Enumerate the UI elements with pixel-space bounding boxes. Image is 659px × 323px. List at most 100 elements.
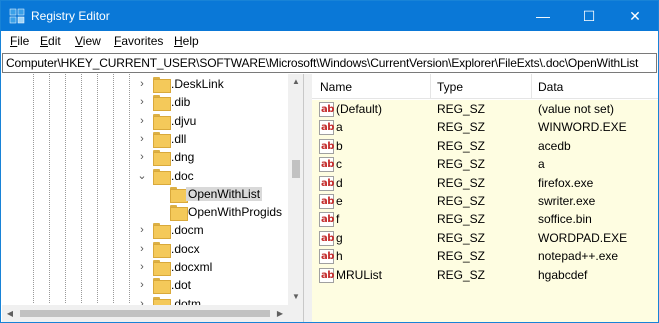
menu-edit[interactable]: Edit [40, 34, 61, 48]
folder-icon [153, 260, 171, 276]
close-button[interactable]: ✕ [612, 1, 658, 31]
table-row[interactable]: ab MRUList REG_SZ hgabcdef [312, 265, 658, 285]
address-bar[interactable]: Computer\HKEY_CURRENT_USER\SOFTWARE\Micr… [2, 53, 657, 73]
menu-help[interactable]: Help [174, 34, 199, 48]
tree-item-label: .dng [171, 150, 195, 165]
table-row[interactable]: ab e REG_SZ swriter.exe [312, 192, 658, 211]
tree-item[interactable]: › .docxml [2, 259, 287, 277]
value-data: acedb [538, 138, 571, 153]
string-value-icon: ab [319, 249, 334, 265]
tree-item-label: .djvu [171, 113, 197, 128]
table-row[interactable]: ab g REG_SZ WORDPAD.EXE [312, 228, 658, 248]
tree-item[interactable]: › .DeskLink [2, 76, 287, 94]
string-value-icon-text: ab [321, 214, 334, 226]
string-value-icon: ab [319, 138, 334, 154]
tree-horizontal-scrollbar[interactable]: ◀ ▶ [2, 305, 303, 322]
value-data: (value not set) [538, 102, 615, 116]
string-value-icon-text: ab [321, 104, 334, 115]
tree-item[interactable]: › .dot [2, 277, 287, 295]
window-title: Registry Editor [31, 9, 110, 23]
column-header-name[interactable]: Name [320, 80, 352, 94]
value-data: hgabcdef [538, 267, 588, 282]
tree-item[interactable]: › .dll [2, 131, 287, 149]
folder-icon [153, 278, 171, 295]
column-header-type[interactable]: Type [437, 80, 463, 94]
tree-item-label: .DeskLink [171, 77, 224, 91]
menu-view[interactable]: View [75, 34, 101, 48]
scroll-thumb[interactable] [20, 310, 270, 317]
value-type: REG_SZ [437, 120, 486, 135]
folder-icon [153, 223, 171, 240]
values-list-pane[interactable]: Name Type Data ab (Default) REG_SZ (value n… [312, 74, 658, 322]
maximize-button[interactable]: ☐ [566, 1, 612, 31]
list-empty-area [312, 284, 658, 322]
chevron-right-icon[interactable]: › [137, 243, 147, 255]
chevron-right-icon[interactable]: › [137, 133, 147, 145]
string-value-icon-text: ab [321, 269, 334, 281]
table-row[interactable]: ab h REG_SZ notepad++.exe [312, 247, 658, 267]
scroll-right-arrow-icon[interactable]: ▶ [272, 305, 288, 322]
minimize-button[interactable]: — [520, 1, 566, 31]
scroll-down-arrow-icon[interactable]: ▼ [288, 289, 303, 305]
tree-vertical-scrollbar[interactable]: ▲ ▼ [288, 74, 303, 305]
value-name: d [336, 175, 343, 190]
menu-file[interactable]: File [10, 34, 29, 48]
column-header-data[interactable]: Data [538, 80, 563, 94]
value-name: b [336, 138, 343, 153]
value-type: REG_SZ [437, 267, 486, 282]
tree-item[interactable]: › .docx [2, 241, 287, 259]
tree-item[interactable]: OpenWithList [2, 186, 287, 204]
title-bar[interactable]: Registry Editor — ☐ ✕ [1, 1, 658, 31]
table-row[interactable]: ab d REG_SZ firefox.exe [312, 173, 658, 193]
column-divider[interactable] [531, 74, 532, 99]
folder-icon [153, 168, 171, 185]
chevron-right-icon[interactable]: › [137, 224, 147, 236]
list-header: Name Type Data [312, 74, 658, 99]
tree-item[interactable]: › .dng [2, 149, 287, 167]
value-name: c [336, 157, 342, 172]
tree-item-label: OpenWithProgids [188, 205, 283, 220]
value-data: WORDPAD.EXE [538, 230, 628, 245]
menu-favorites[interactable]: Favorites [114, 34, 163, 48]
table-row[interactable]: ab f REG_SZ soffice.bin [312, 210, 658, 230]
chevron-down-icon[interactable]: ⌄ [137, 170, 147, 182]
tree-item-label: .docxml [171, 260, 213, 274]
table-row[interactable]: ab a REG_SZ WINWORD.EXE [312, 118, 658, 138]
chevron-right-icon[interactable]: › [137, 151, 147, 163]
string-value-icon: ab [319, 230, 334, 246]
value-name: e [336, 194, 343, 208]
value-type: REG_SZ [437, 175, 486, 190]
table-row[interactable]: ab b REG_SZ acedb [312, 136, 658, 156]
value-data: a [538, 157, 545, 172]
tree-item[interactable]: › .dib [2, 94, 287, 112]
chevron-right-icon[interactable]: › [137, 78, 147, 90]
chevron-right-icon[interactable]: › [137, 279, 147, 291]
scroll-up-arrow-icon[interactable]: ▲ [288, 74, 303, 90]
chevron-right-icon[interactable]: › [137, 261, 147, 273]
chevron-right-icon[interactable]: › [137, 115, 147, 127]
pane-splitter[interactable] [304, 74, 312, 322]
value-type: REG_SZ [437, 230, 486, 245]
tree-item[interactable]: › .djvu [2, 113, 287, 131]
tree-item[interactable]: › .docm [2, 222, 287, 240]
tree-item-label: .dot [171, 278, 192, 293]
scroll-left-arrow-icon[interactable]: ◀ [2, 305, 18, 322]
chevron-right-icon[interactable]: › [137, 96, 147, 108]
registry-editor-window: Registry Editor — ☐ ✕ File Edit View Fav… [0, 0, 659, 323]
string-value-icon: ab [319, 157, 334, 173]
value-name: (Default) [336, 102, 383, 116]
tree-item-label: .doc [171, 168, 194, 183]
value-data: WINWORD.EXE [538, 120, 627, 135]
column-divider[interactable] [430, 74, 431, 99]
tree-item[interactable]: OpenWithProgids [2, 204, 287, 222]
table-row[interactable]: ab c REG_SZ a [312, 155, 658, 175]
value-name: g [336, 230, 343, 245]
tree-item-label: .docx [171, 241, 200, 256]
string-value-icon-text: ab [321, 122, 334, 134]
key-tree-pane[interactable]: › .DeskLink › .dib › .djvu › .dll › .dng ⌄ .doc Open… [2, 74, 304, 322]
tree-item[interactable]: ⌄ .doc [2, 168, 287, 186]
value-type: REG_SZ [437, 138, 486, 153]
menu-bar: File Edit View Favorites Help [1, 31, 658, 52]
scroll-thumb[interactable] [292, 160, 300, 178]
table-row[interactable]: ab (Default) REG_SZ (value not set) [312, 100, 658, 119]
